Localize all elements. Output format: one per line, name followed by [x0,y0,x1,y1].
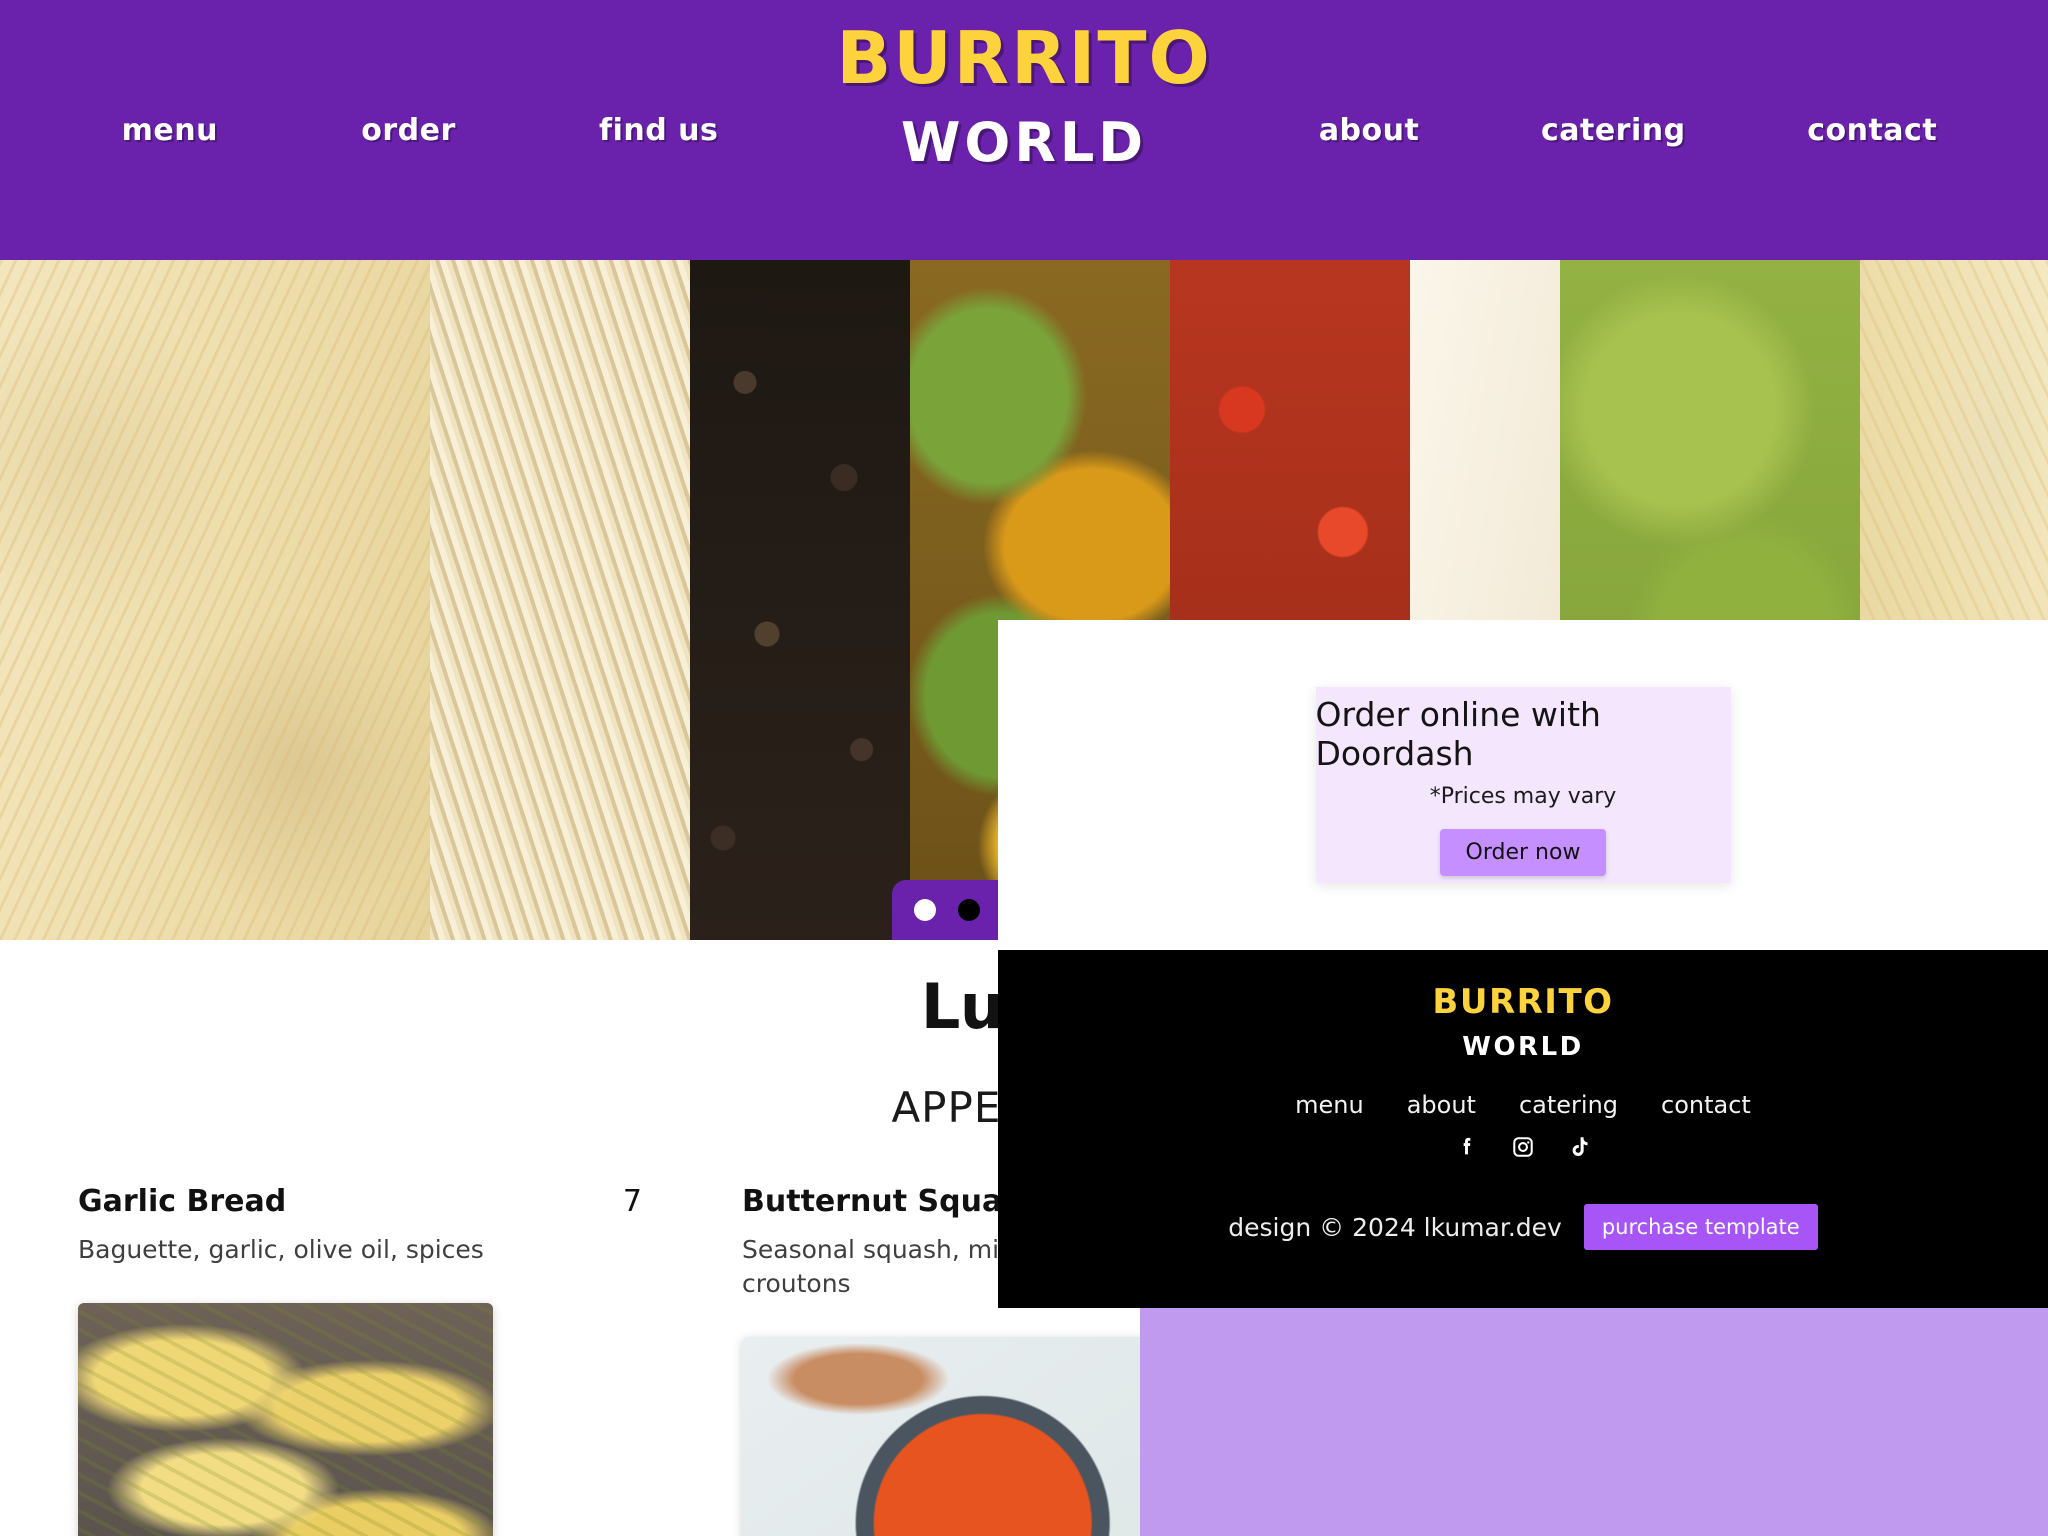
carousel-dot-2[interactable] [958,899,980,921]
primary-nav-left: menu order find us [0,0,840,260]
logo-line-world: WORLD [900,111,1148,174]
nav-item-about[interactable]: about [1319,113,1420,148]
footer-nav-item-about[interactable]: about [1407,1091,1476,1119]
page-root: menu order find us BURRITO WORLD about c… [0,0,2048,1536]
footer-nav-item-contact[interactable]: contact [1661,1091,1751,1119]
copyright-text: design © 2024 lkumar.dev [1228,1212,1562,1242]
menu-item-photo-garlic-bread [78,1302,493,1536]
site-footer: BURRITO WORLD menu about catering contac… [998,950,2048,1308]
hero-stripe-black-beans [690,260,910,940]
hero-stripe-rice [430,260,690,940]
doordash-price-note: *Prices may vary [1429,783,1617,809]
footer-nav: menu about catering contact [1295,1091,1751,1119]
nav-item-order[interactable]: order [361,113,456,148]
menu-item-name: Garlic Bread [78,1184,287,1219]
nav-item-menu[interactable]: menu [122,113,218,148]
doordash-title: Order online with Doordash [1315,694,1601,773]
lavender-decorative-block [1140,1308,2048,1536]
doordash-card: Order online with Doordash *Prices may v… [1315,687,1731,883]
menu-item-description: Baguette, garlic, olive oil, spices [78,1235,484,1264]
footer-logo-line-burrito: BURRITO [1432,982,1614,1022]
site-logo[interactable]: BURRITO WORLD [764,22,1284,170]
doordash-order-panel: Order online with Doordash *Prices may v… [998,620,2048,950]
footer-social-links [1454,1134,1592,1160]
instagram-icon[interactable] [1510,1134,1536,1160]
carousel-dot-1[interactable] [914,899,936,921]
logo-line-burrito: BURRITO [836,16,1212,100]
nav-item-find-us[interactable]: find us [599,113,718,148]
purchase-template-button[interactable]: purchase template [1583,1204,1818,1250]
footer-nav-item-menu[interactable]: menu [1295,1091,1364,1119]
footer-logo-line-world: WORLD [1462,1032,1584,1062]
menu-item-price: 7 [622,1184,642,1219]
nav-item-catering[interactable]: catering [1541,113,1686,148]
site-header: menu order find us BURRITO WORLD about c… [0,0,2048,260]
footer-nav-item-catering[interactable]: catering [1519,1091,1618,1119]
menu-item-photo-butternut-squash-soup [742,1336,1157,1536]
menu-item-garlic-bread: Garlic Bread 7 Baguette, garlic, olive o… [78,1184,642,1536]
hero-stripe-tortilla-left [0,260,430,940]
tiktok-icon[interactable] [1566,1134,1592,1160]
footer-bottom-bar: design © 2024 lkumar.dev purchase templa… [1228,1204,1818,1250]
facebook-icon[interactable] [1454,1134,1480,1160]
nav-item-contact[interactable]: contact [1807,113,1937,148]
primary-nav-right: about catering contact [1208,0,2048,260]
menu-item-header: Garlic Bread 7 [78,1184,642,1219]
order-now-button[interactable]: Order now [1439,828,1607,876]
